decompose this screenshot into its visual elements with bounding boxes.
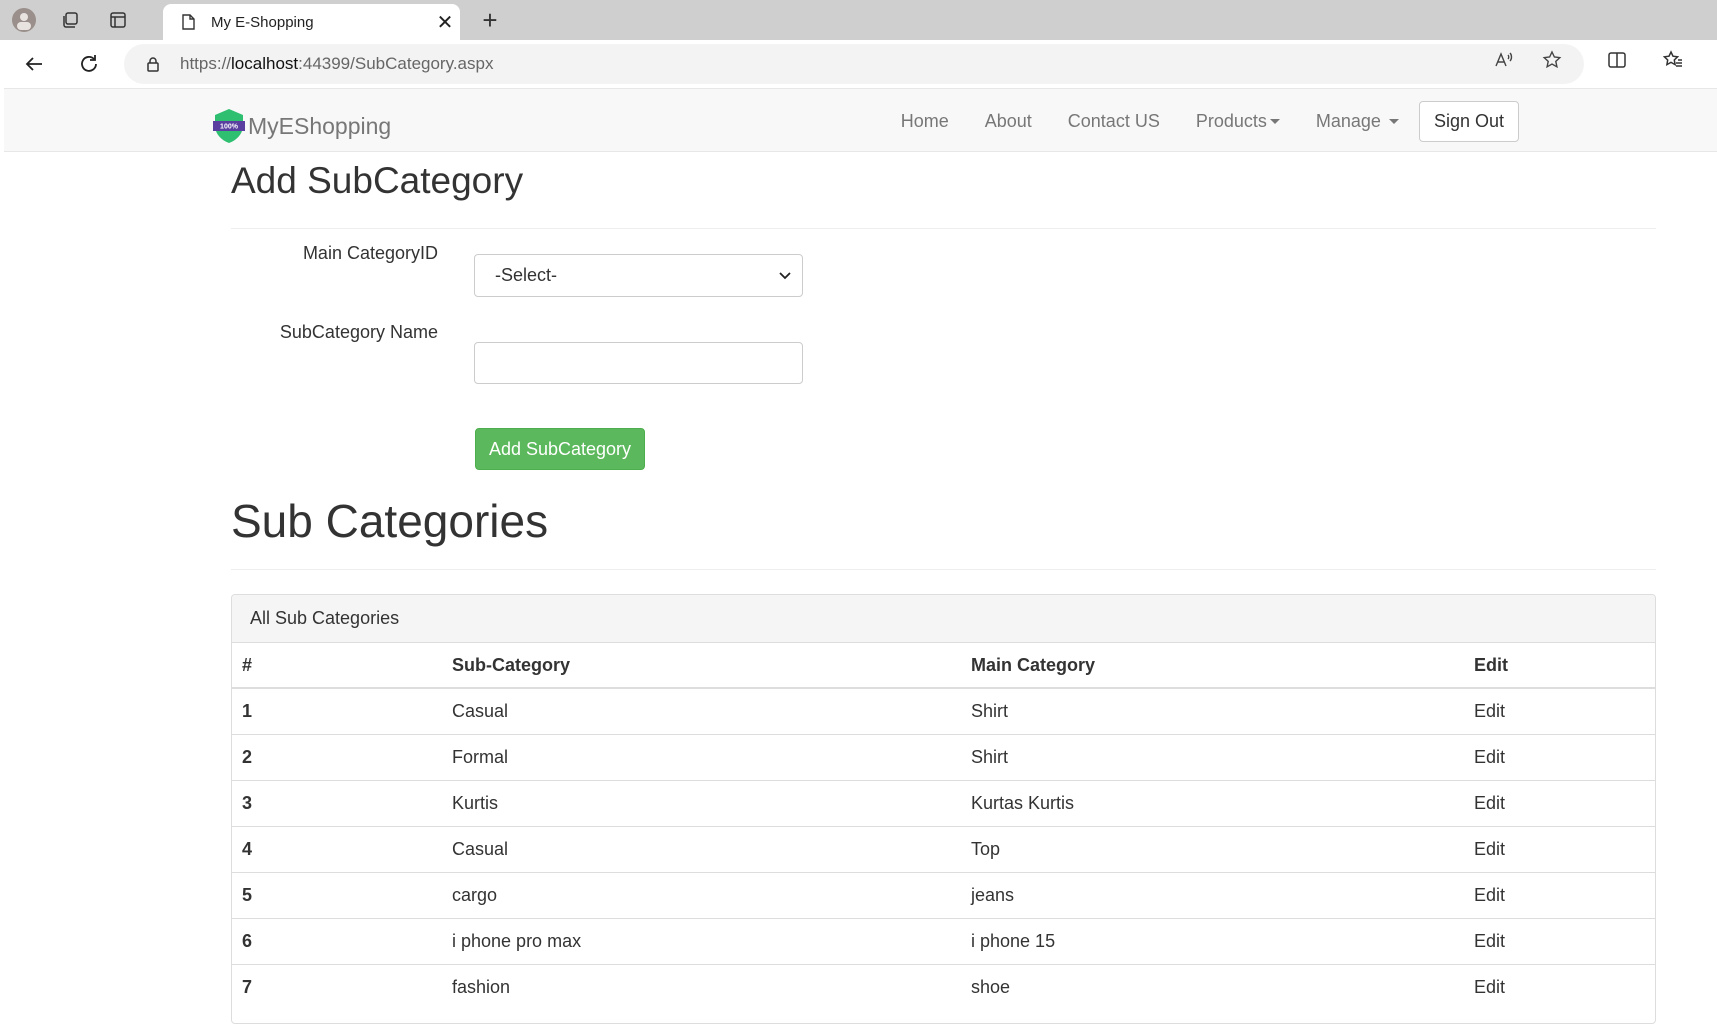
divider [231,569,1656,570]
browser-address-bar: https://localhost:44399/SubCategory.aspx [0,40,1717,88]
nav-links: Home About Contact US Products Manage Si… [883,89,1717,153]
row-main-category: jeans [961,871,1464,918]
row-edit-link[interactable]: Edit [1464,825,1655,872]
row-edit-link[interactable]: Edit [1464,963,1655,1010]
row-number: 1 [232,687,442,734]
close-tab-icon[interactable]: ✕ [430,7,460,37]
site-navbar: 100% MyEShopping Home About Contact US P… [4,88,1717,152]
url-text: https://localhost:44399/SubCategory.aspx [180,54,494,73]
row-edit-link[interactable]: Edit [1464,917,1655,964]
page-content: 100% MyEShopping Home About Contact US P… [0,88,1717,1024]
browser-tab-bar: My E-Shopping ✕ + [0,0,1717,40]
caret-down-icon [1269,119,1280,125]
table-header-row: # Sub-Category Main Category Edit [232,643,1655,689]
row-subcategory: i phone pro max [442,917,961,964]
favorite-star-icon[interactable] [1540,48,1564,72]
favorites-icon[interactable] [1661,48,1685,72]
profile-avatar-icon[interactable] [12,8,36,32]
col-subcategory: Sub-Category [442,643,961,689]
row-subcategory: Formal [442,733,961,780]
add-subcategory-heading: Add SubCategory [231,160,524,201]
subcategory-name-input[interactable] [474,342,803,384]
row-number: 3 [232,779,442,826]
sign-out-button[interactable]: Sign Out [1418,100,1519,142]
tab-title: My E-Shopping [211,13,314,31]
col-number: # [232,643,442,689]
row-main-category: Shirt [961,733,1464,780]
row-edit-link[interactable]: Edit [1464,779,1655,826]
secured-badge-icon: 100% [213,109,245,143]
subcategories-panel: All Sub Categories # Sub-Category Main C… [231,594,1656,1024]
nav-products-dropdown[interactable]: Products [1178,111,1298,132]
table-row: 7 fashion shoe Edit [232,963,1655,1010]
split-screen-icon[interactable] [1605,48,1629,72]
row-subcategory: Casual [442,825,961,872]
nav-products-label: Products [1195,110,1267,131]
subcategory-name-label: SubCategory Name [279,322,438,342]
main-category-select[interactable]: -Select- [474,254,803,297]
row-subcategory: fashion [442,963,961,1010]
back-icon[interactable] [22,52,46,76]
vertical-tabs-icon[interactable] [106,8,130,32]
row-number: 7 [232,963,442,1010]
sub-categories-heading: Sub Categories [231,495,549,547]
divider [231,228,1656,229]
row-number: 2 [232,733,442,780]
nav-manage-label: Manage [1315,110,1381,131]
lock-icon[interactable] [144,55,162,73]
chevron-down-icon [779,272,791,280]
nav-manage-dropdown[interactable]: Manage [1298,111,1417,132]
panel-title: All Sub Categories [232,595,1655,643]
read-aloud-icon[interactable] [1491,48,1515,72]
row-main-category: Shirt [961,687,1464,734]
table-row: 5 cargo jeans Edit [232,871,1655,918]
table-row: 4 Casual Top Edit [232,825,1655,872]
table-row: 6 i phone pro max i phone 15 Edit [232,917,1655,964]
new-tab-icon[interactable]: + [476,7,504,35]
row-edit-link[interactable]: Edit [1464,733,1655,780]
main-category-selected-value: -Select- [495,265,558,285]
brand-name: MyEShopping [248,112,392,139]
main-category-label: Main CategoryID [302,243,438,263]
table-row: 3 Kurtis Kurtas Kurtis Edit [232,779,1655,826]
add-subcategory-button[interactable]: Add SubCategory [475,428,645,470]
nav-home[interactable]: Home [883,111,967,132]
table-row: 2 Formal Shirt Edit [232,733,1655,780]
row-subcategory: Kurtis [442,779,961,826]
row-edit-link[interactable]: Edit [1464,871,1655,918]
row-main-category: Top [961,825,1464,872]
browser-tab[interactable]: My E-Shopping ✕ [163,4,460,40]
row-number: 6 [232,917,442,964]
collections-icon[interactable] [58,8,82,32]
nav-about[interactable]: About [967,111,1050,132]
page-icon [182,14,195,30]
col-main-category: Main Category [961,643,1464,689]
row-main-category: i phone 15 [961,917,1464,964]
nav-contact[interactable]: Contact US [1050,111,1178,132]
subcategories-table: # Sub-Category Main Category Edit 1 Casu… [232,643,1655,1010]
table-row: 1 Casual Shirt Edit [232,687,1655,734]
row-subcategory: Casual [442,687,961,734]
caret-down-icon [1388,119,1399,125]
row-subcategory: cargo [442,871,961,918]
brand-link[interactable]: 100% MyEShopping [212,107,391,145]
url-field[interactable]: https://localhost:44399/SubCategory.aspx [124,44,1584,84]
row-main-category: Kurtas Kurtis [961,779,1464,826]
row-edit-link[interactable]: Edit [1464,687,1655,734]
col-edit: Edit [1464,643,1655,689]
row-number: 5 [232,871,442,918]
refresh-icon[interactable] [77,52,101,76]
row-number: 4 [232,825,442,872]
svg-text:100%: 100% [220,124,239,131]
row-main-category: shoe [961,963,1464,1010]
